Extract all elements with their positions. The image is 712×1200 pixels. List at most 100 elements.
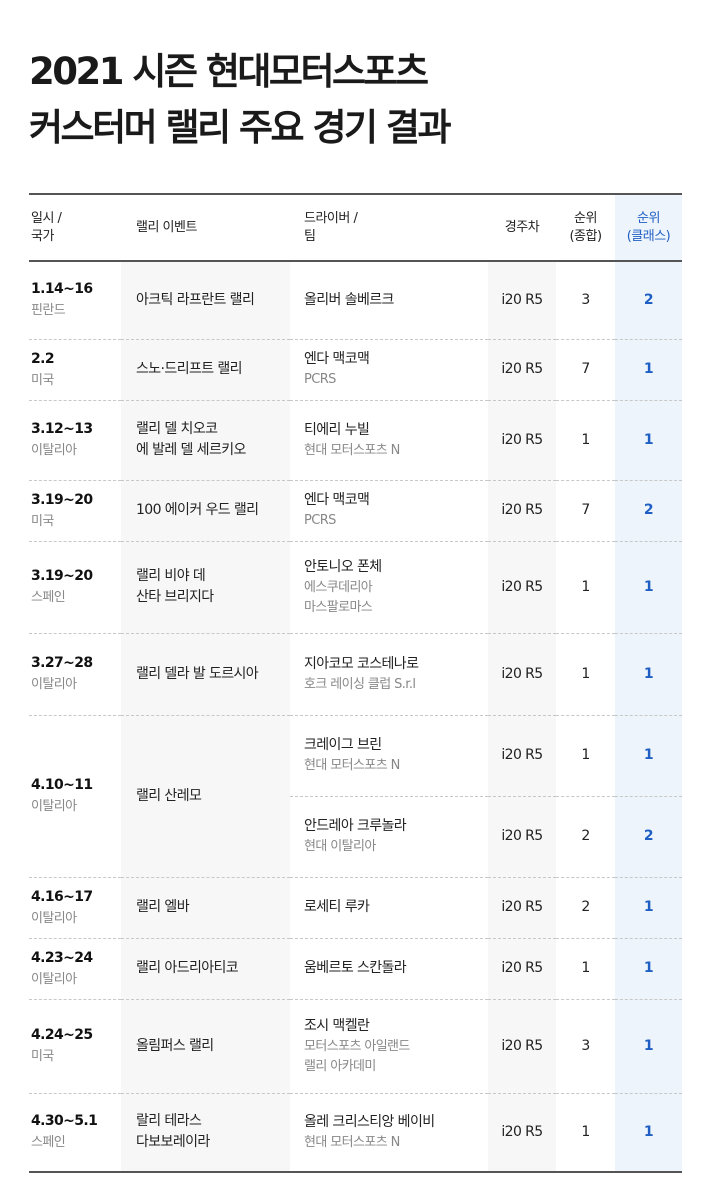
car-model: i20 R5 [501, 431, 543, 448]
rank-class: 2 [643, 502, 654, 518]
table-row: 3.19~20 미국 100 에이커 우드 랠리 엔다 맥코맥 PCRS i20 R5 7 2 [29, 480, 682, 541]
event-country: 스페인 [31, 1135, 66, 1151]
rank-overall: 3 [581, 1037, 590, 1054]
rank-overall: 1 [581, 578, 590, 595]
car-model: i20 R5 [501, 502, 543, 518]
event-cell: 랠리 비야 데산타 브리지다 [121, 541, 290, 633]
rank-class: 1 [643, 1037, 654, 1054]
car-model: i20 R5 [501, 1037, 543, 1054]
car-model: i20 R5 [501, 899, 543, 915]
event-cell: 스노·드리프트 랠리 [121, 339, 290, 400]
driver-name: 안드레아 크루놀라 [304, 818, 407, 834]
rank-class: 1 [643, 361, 654, 377]
event-name: 랄리 테라스 [136, 1113, 202, 1130]
car-cell: i20 R5 [488, 261, 556, 339]
rank-overall-cell: 1 [556, 1093, 615, 1172]
event-cell: 아크틱 라프란트 랠리 [121, 261, 290, 339]
event-cell: 100 에이커 우드 랠리 [121, 480, 290, 541]
driver-cell: 티에리 누빌 현대 모터스포츠 N [290, 400, 488, 480]
car-cell: i20 R5 [488, 400, 556, 480]
driver-name: 크레이그 브린 [304, 737, 382, 753]
event-country: 이탈리아 [31, 677, 77, 692]
team-name: 호크 레이싱 클럽 S.r.l [304, 676, 416, 692]
event-country: 이탈리아 [31, 910, 77, 926]
date-cell: 1.14~16 핀란드 [29, 261, 121, 339]
event-name: 랠리 델라 발 도르시아 [136, 665, 259, 682]
rank-overall-cell: 1 [556, 400, 615, 480]
date-cell: 4.24~25 미국 [29, 999, 121, 1093]
team-name: 모터스포츠 아일랜드 [304, 1038, 410, 1054]
team-name: 마스팔로마스 [304, 599, 373, 615]
event-name: 랠리 비야 데 [136, 568, 206, 584]
event-date: 3.19~20 [31, 568, 93, 584]
rank-overall-cell: 3 [556, 999, 615, 1093]
rank-class-cell: 1 [615, 1093, 682, 1172]
rank-class: 1 [643, 960, 654, 976]
rank-class-cell: 1 [615, 877, 682, 938]
rank-overall: 1 [581, 747, 590, 763]
car-model: i20 R5 [501, 960, 543, 976]
event-cell: 랠리 델 치오코에 발레 델 세르키오 [121, 400, 290, 480]
event-date: 3.27~28 [31, 655, 93, 671]
driver-name: 엔다 맥코맥 [304, 351, 370, 367]
page-title-line2: 커스터머 랠리 주요 경기 결과 [29, 106, 452, 149]
table-row: 4.16~17 이탈리아 랠리 엘바 로세티 루카 i20 R5 2 1 [29, 877, 682, 938]
table-body: 1.14~16 핀란드 아크틱 라프란트 랠리 올리버 솔베르크 i20 R5 3 2 2.2… [29, 261, 682, 1172]
car-model: i20 R5 [501, 828, 543, 844]
driver-cell: 조시 맥켈란 모터스포츠 아일랜드 랠리 아카데미 [290, 999, 488, 1093]
event-country: 미국 [31, 1049, 54, 1064]
rank-overall: 1 [581, 1123, 590, 1140]
results-table: 일시 / 국가 랠리 이벤트 드라이버 / 팀 경주차 순위 (종합) 순위 (클래스)… [29, 193, 682, 1173]
event-cell: 랠리 산레모 [121, 715, 290, 877]
event-name: 랠리 델 치오코 [136, 421, 218, 437]
event-name: 올림퍼스 랠리 [136, 1037, 214, 1054]
rank-class: 1 [643, 747, 654, 763]
rank-overall-cell: 1 [556, 541, 615, 633]
header-rank-class: 순위 (클래스) [615, 194, 682, 261]
event-name: 랠리 아드리아티코 [136, 960, 239, 976]
driver-name: 엔다 맥코맥 [304, 492, 370, 508]
event-name: 100 에이커 우드 랠리 [136, 502, 259, 518]
rank-class-cell: 1 [615, 999, 682, 1093]
rank-class-cell: 2 [615, 261, 682, 339]
rank-overall-cell: 2 [556, 796, 615, 877]
rank-class-cell: 1 [615, 633, 682, 715]
event-name: 스노·드리프트 랠리 [136, 361, 243, 377]
date-cell: 3.27~28 이탈리아 [29, 633, 121, 715]
rank-class: 1 [643, 578, 654, 595]
car-cell: i20 R5 [488, 1093, 556, 1172]
driver-cell: 움베르토 스칸돌라 [290, 938, 488, 999]
table-row: 3.27~28 이탈리아 랠리 델라 발 도르시아 지아코모 코스테나로 호크 레이싱 … [29, 633, 682, 715]
team-name: 현대 모터스포츠 N [304, 758, 400, 773]
rank-overall: 3 [581, 291, 590, 308]
event-name: 랠리 산레모 [136, 787, 202, 804]
rank-class-cell: 2 [615, 480, 682, 541]
driver-cell: 지아코모 코스테나로 호크 레이싱 클럽 S.r.l [290, 633, 488, 715]
team-name: 에스쿠데리아 [304, 579, 373, 595]
event-name: 에 발레 델 세르키오 [136, 442, 246, 458]
car-cell: i20 R5 [488, 541, 556, 633]
date-cell: 4.10~11 이탈리아 [29, 715, 121, 877]
event-date: 4.10~11 [31, 777, 93, 793]
date-cell: 3.19~20 스페인 [29, 541, 121, 633]
driver-cell: 올레 크리스티앙 베이비현대 모터스포츠 N [290, 1093, 488, 1172]
event-date: 4.30~5.1 [31, 1113, 98, 1130]
driver-name: 올레 크리스티앙 베이비 [304, 1113, 435, 1130]
driver-name: 안토니오 폰체 [304, 558, 382, 575]
header-rank-overall: 순위 (종합) [569, 210, 602, 244]
event-name: 산타 브리지다 [136, 589, 214, 605]
driver-cell: 크레이그 브린현대 모터스포츠 N [290, 715, 488, 796]
event-date: 4.16~17 [31, 888, 93, 905]
car-model: i20 R5 [501, 291, 543, 308]
event-name: 아크틱 라프란트 랠리 [136, 291, 255, 308]
car-model: i20 R5 [501, 665, 543, 682]
rank-class-cell: 2 [615, 796, 682, 877]
event-name: 랠리 엘바 [136, 899, 190, 915]
car-model: i20 R5 [501, 361, 543, 377]
table-row: 4.30~5.1 스페인 랄리 테라스 다보보레이라 올레 크리스티앙 베이비 현대 모터… [29, 1093, 682, 1172]
event-country: 핀란드 [31, 303, 66, 319]
event-cell: 랄리 테라스 다보보레이라 [121, 1093, 290, 1172]
car-cell: i20 R5 [488, 715, 556, 796]
team-name: 현대 모터스포츠 N [304, 1134, 400, 1150]
table-row: 4.24~25 미국 올림퍼스 랠리 조시 맥켈란 모터스포츠 아일랜드 랠리 아카데미 i… [29, 999, 682, 1093]
